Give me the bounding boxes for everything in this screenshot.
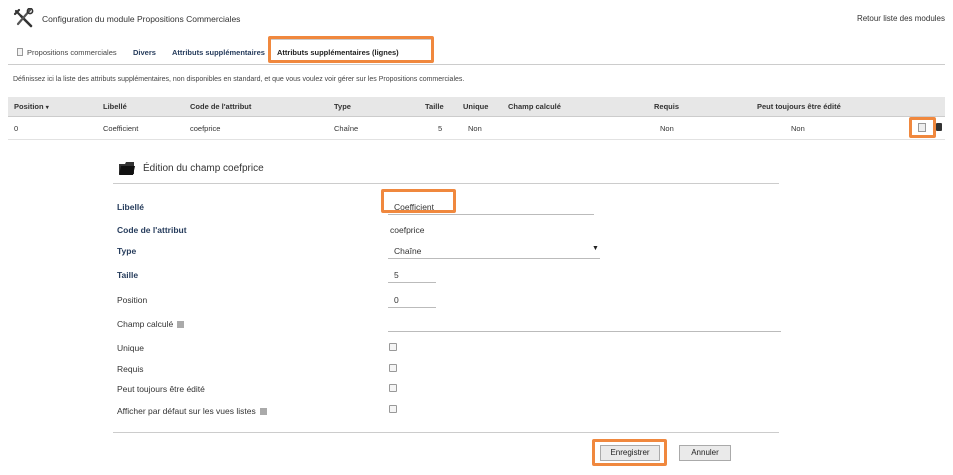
help-icon[interactable] <box>259 408 267 415</box>
afficher-defaut-checkbox[interactable] <box>389 405 397 413</box>
tab-attributs-supplementaires[interactable]: Attributs supplémentaires <box>172 48 265 57</box>
highlight-box <box>592 439 667 466</box>
form-title: Édition du champ coefprice <box>143 163 264 174</box>
folder-icon <box>119 162 135 175</box>
highlight-box <box>381 189 456 213</box>
cell-type: Chaîne <box>334 124 359 133</box>
taille-label: Taille <box>117 270 139 280</box>
delete-icon[interactable] <box>936 123 942 131</box>
requis-checkbox[interactable] <box>389 364 397 372</box>
unique-checkbox[interactable] <box>389 343 397 351</box>
tab-label: Propositions commerciales <box>27 48 117 57</box>
col-header-taille: Taille <box>425 102 444 111</box>
document-icon <box>17 48 23 56</box>
page-description: Définissez ici la liste des attributs su… <box>13 76 465 83</box>
tab-divider <box>8 64 945 65</box>
position-label: Position <box>117 295 148 305</box>
code-value: coefprice <box>390 225 425 235</box>
requis-label: Requis <box>117 364 144 374</box>
sort-down-icon: ▾ <box>45 105 49 111</box>
type-select[interactable]: Chaîne <box>394 246 421 256</box>
champ-calcule-underline <box>388 331 781 332</box>
tools-icon <box>13 8 34 28</box>
type-select-underline <box>388 258 600 259</box>
cell-peut-toujours: Non <box>791 124 805 133</box>
peut-toujours-checkbox[interactable] <box>389 384 397 392</box>
taille-input[interactable]: 5 <box>394 270 399 280</box>
libelle-label: Libellé <box>117 202 144 212</box>
afficher-defaut-label: Afficher par défaut sur les vues listes <box>117 406 267 416</box>
cell-requis: Non <box>660 124 674 133</box>
cell-taille: 5 <box>438 124 443 133</box>
position-input-underline <box>388 307 436 308</box>
unique-label: Unique <box>117 343 144 353</box>
cell-code: coefprice <box>190 124 221 133</box>
chevron-down-icon[interactable]: ▼ <box>592 245 599 252</box>
form-bottom-divider <box>113 432 779 433</box>
col-header-position[interactable]: Position ▾ <box>14 102 49 111</box>
row-divider <box>8 139 945 140</box>
cell-libelle: Coefficient <box>103 124 139 133</box>
col-header-libelle: Libellé <box>103 102 127 111</box>
col-header-champ-calcule: Champ calculé <box>508 102 561 111</box>
col-header-code: Code de l'attribut <box>190 102 252 111</box>
tab-divers[interactable]: Divers <box>133 48 156 57</box>
cancel-button[interactable]: Annuler <box>679 445 731 461</box>
highlight-box <box>909 117 936 138</box>
peut-toujours-label: Peut toujours être édité <box>117 384 205 394</box>
col-header-type: Type <box>334 102 351 111</box>
champ-calcule-label: Champ calculé <box>117 319 185 329</box>
libelle-input-underline <box>388 214 594 215</box>
type-label: Type <box>117 246 137 256</box>
col-header-unique: Unique <box>463 102 489 111</box>
highlight-box <box>268 36 434 63</box>
cell-unique: Non <box>468 124 482 133</box>
taille-input-underline <box>388 282 436 283</box>
code-label: Code de l'attribut <box>117 225 187 235</box>
col-header-requis: Requis <box>654 102 680 111</box>
position-input[interactable]: 0 <box>394 295 399 305</box>
back-to-modules-link[interactable]: Retour liste des modules <box>857 14 945 23</box>
col-header-peut-toujours: Peut toujours être édité <box>757 102 841 111</box>
page-title: Configuration du module Propositions Com… <box>42 14 241 24</box>
tab-propositions-commerciales[interactable]: Propositions commerciales <box>17 48 117 57</box>
cell-position: 0 <box>14 124 19 133</box>
form-title-divider <box>113 183 779 184</box>
help-icon[interactable] <box>177 321 185 328</box>
